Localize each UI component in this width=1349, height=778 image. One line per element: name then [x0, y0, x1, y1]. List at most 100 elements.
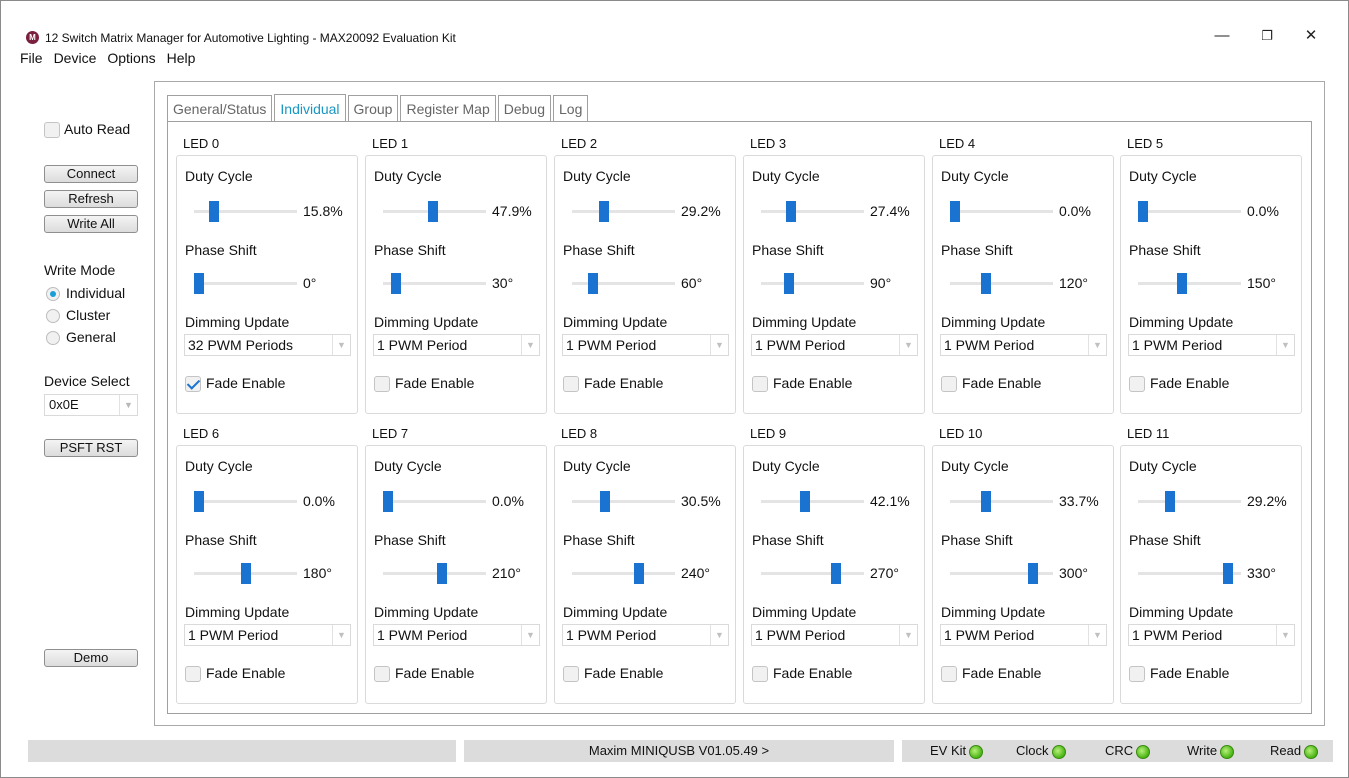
dimming-update-dropdown[interactable]: 1 PWM Period ▼ [940, 624, 1107, 646]
chevron-down-icon[interactable]: ▼ [1276, 335, 1294, 355]
duty-cycle-slider[interactable] [194, 201, 297, 222]
checkmark-icon[interactable] [185, 376, 201, 393]
tab-register-map[interactable]: Register Map [400, 95, 496, 123]
fade-enable-checkbox[interactable]: Fade Enable [941, 665, 1041, 683]
fade-enable-checkbox[interactable]: Fade Enable [185, 375, 285, 393]
chevron-down-icon[interactable]: ▼ [119, 395, 137, 415]
slider-thumb[interactable] [208, 201, 219, 222]
chevron-down-icon[interactable]: ▼ [332, 625, 350, 645]
chevron-down-icon[interactable]: ▼ [1088, 335, 1106, 355]
slider-thumb[interactable] [390, 273, 401, 294]
duty-cycle-slider[interactable] [761, 491, 864, 512]
chevron-down-icon[interactable]: ▼ [1276, 625, 1294, 645]
fade-enable-checkbox[interactable]: Fade Enable [941, 375, 1041, 393]
phase-shift-slider[interactable] [761, 273, 864, 294]
fade-enable-checkbox[interactable]: Fade Enable [374, 375, 474, 393]
checkbox-icon[interactable] [1129, 666, 1145, 683]
menu-file[interactable]: File [20, 50, 43, 70]
phase-shift-slider[interactable] [383, 563, 486, 584]
slider-thumb[interactable] [1027, 563, 1038, 584]
checkbox-icon[interactable] [941, 666, 957, 683]
slider-thumb[interactable] [981, 273, 991, 294]
slider-thumb[interactable] [1165, 491, 1176, 512]
slider-thumb[interactable] [800, 491, 811, 512]
slider-thumb[interactable] [786, 201, 797, 222]
slider-thumb[interactable] [383, 491, 393, 512]
chevron-down-icon[interactable]: ▼ [332, 335, 350, 355]
checkbox-icon[interactable] [563, 376, 579, 393]
checkbox-icon[interactable] [374, 376, 390, 393]
checkbox-icon[interactable] [185, 666, 201, 683]
slider-thumb[interactable] [240, 563, 251, 584]
duty-cycle-slider[interactable] [761, 201, 864, 222]
duty-cycle-slider[interactable] [383, 201, 486, 222]
write-mode-cluster[interactable]: Cluster [46, 307, 110, 324]
psft-rst-button[interactable]: PSFT RST [44, 439, 138, 457]
slider-thumb[interactable] [194, 273, 204, 294]
phase-shift-slider[interactable] [950, 563, 1053, 584]
chevron-down-icon[interactable]: ▼ [710, 335, 728, 355]
slider-thumb[interactable] [600, 491, 611, 512]
phase-shift-slider[interactable] [383, 273, 486, 294]
duty-cycle-slider[interactable] [194, 491, 297, 512]
menu-options[interactable]: Options [107, 50, 155, 70]
dimming-update-dropdown[interactable]: 1 PWM Period ▼ [562, 624, 729, 646]
dimming-update-dropdown[interactable]: 1 PWM Period ▼ [751, 624, 918, 646]
phase-shift-slider[interactable] [761, 563, 864, 584]
phase-shift-slider[interactable] [1138, 563, 1241, 584]
phase-shift-slider[interactable] [194, 563, 297, 584]
fade-enable-checkbox[interactable]: Fade Enable [374, 665, 474, 683]
slider-thumb[interactable] [1223, 563, 1234, 584]
duty-cycle-slider[interactable] [1138, 201, 1241, 222]
duty-cycle-slider[interactable] [950, 491, 1053, 512]
slider-thumb[interactable] [784, 273, 795, 294]
radio-selected-icon[interactable] [46, 287, 60, 302]
device-select-dropdown[interactable]: 0x0E ▼ [44, 394, 138, 416]
slider-thumb[interactable] [981, 491, 992, 512]
slider-thumb[interactable] [194, 491, 204, 512]
tab-individual[interactable]: Individual [274, 94, 346, 123]
auto-read-check-icon[interactable] [44, 122, 60, 139]
duty-cycle-slider[interactable] [1138, 491, 1241, 512]
dimming-update-dropdown[interactable]: 1 PWM Period ▼ [562, 334, 729, 356]
duty-cycle-slider[interactable] [572, 491, 675, 512]
demo-button[interactable]: Demo [44, 649, 138, 667]
checkbox-icon[interactable] [563, 666, 579, 683]
duty-cycle-slider[interactable] [572, 201, 675, 222]
tab-debug[interactable]: Debug [497, 95, 551, 123]
menu-device[interactable]: Device [54, 50, 97, 70]
phase-shift-slider[interactable] [950, 273, 1053, 294]
close-icon[interactable]: ✕ [1296, 25, 1326, 47]
tab-general-status[interactable]: General/Status [167, 95, 273, 123]
radio-icon[interactable] [46, 331, 60, 346]
dimming-update-dropdown[interactable]: 1 PWM Period ▼ [1128, 334, 1295, 356]
phase-shift-slider[interactable] [1138, 273, 1241, 294]
chevron-down-icon[interactable]: ▼ [521, 625, 539, 645]
checkbox-icon[interactable] [752, 666, 768, 683]
fade-enable-checkbox[interactable]: Fade Enable [563, 665, 663, 683]
fade-enable-checkbox[interactable]: Fade Enable [752, 665, 852, 683]
tab-group[interactable]: Group [347, 95, 399, 123]
slider-thumb[interactable] [830, 563, 841, 584]
slider-thumb[interactable] [599, 201, 610, 222]
dimming-update-dropdown[interactable]: 1 PWM Period ▼ [184, 624, 351, 646]
minimize-icon[interactable]: — [1207, 25, 1237, 47]
checkbox-icon[interactable] [752, 376, 768, 393]
write-mode-individual[interactable]: Individual [46, 285, 125, 302]
slider-thumb[interactable] [950, 201, 960, 222]
slider-thumb[interactable] [1176, 273, 1187, 294]
slider-thumb[interactable] [1138, 201, 1148, 222]
checkbox-icon[interactable] [1129, 376, 1145, 393]
phase-shift-slider[interactable] [572, 273, 675, 294]
dimming-update-dropdown[interactable]: 1 PWM Period ▼ [1128, 624, 1295, 646]
tab-log[interactable]: Log [553, 95, 589, 123]
phase-shift-slider[interactable] [572, 563, 675, 584]
duty-cycle-slider[interactable] [383, 491, 486, 512]
duty-cycle-slider[interactable] [950, 201, 1053, 222]
chevron-down-icon[interactable]: ▼ [710, 625, 728, 645]
fade-enable-checkbox[interactable]: Fade Enable [1129, 375, 1229, 393]
write-all-button[interactable]: Write All [44, 215, 138, 233]
menu-help[interactable]: Help [167, 50, 196, 70]
slider-thumb[interactable] [427, 201, 438, 222]
auto-read-checkbox[interactable]: Auto Read [44, 121, 130, 139]
